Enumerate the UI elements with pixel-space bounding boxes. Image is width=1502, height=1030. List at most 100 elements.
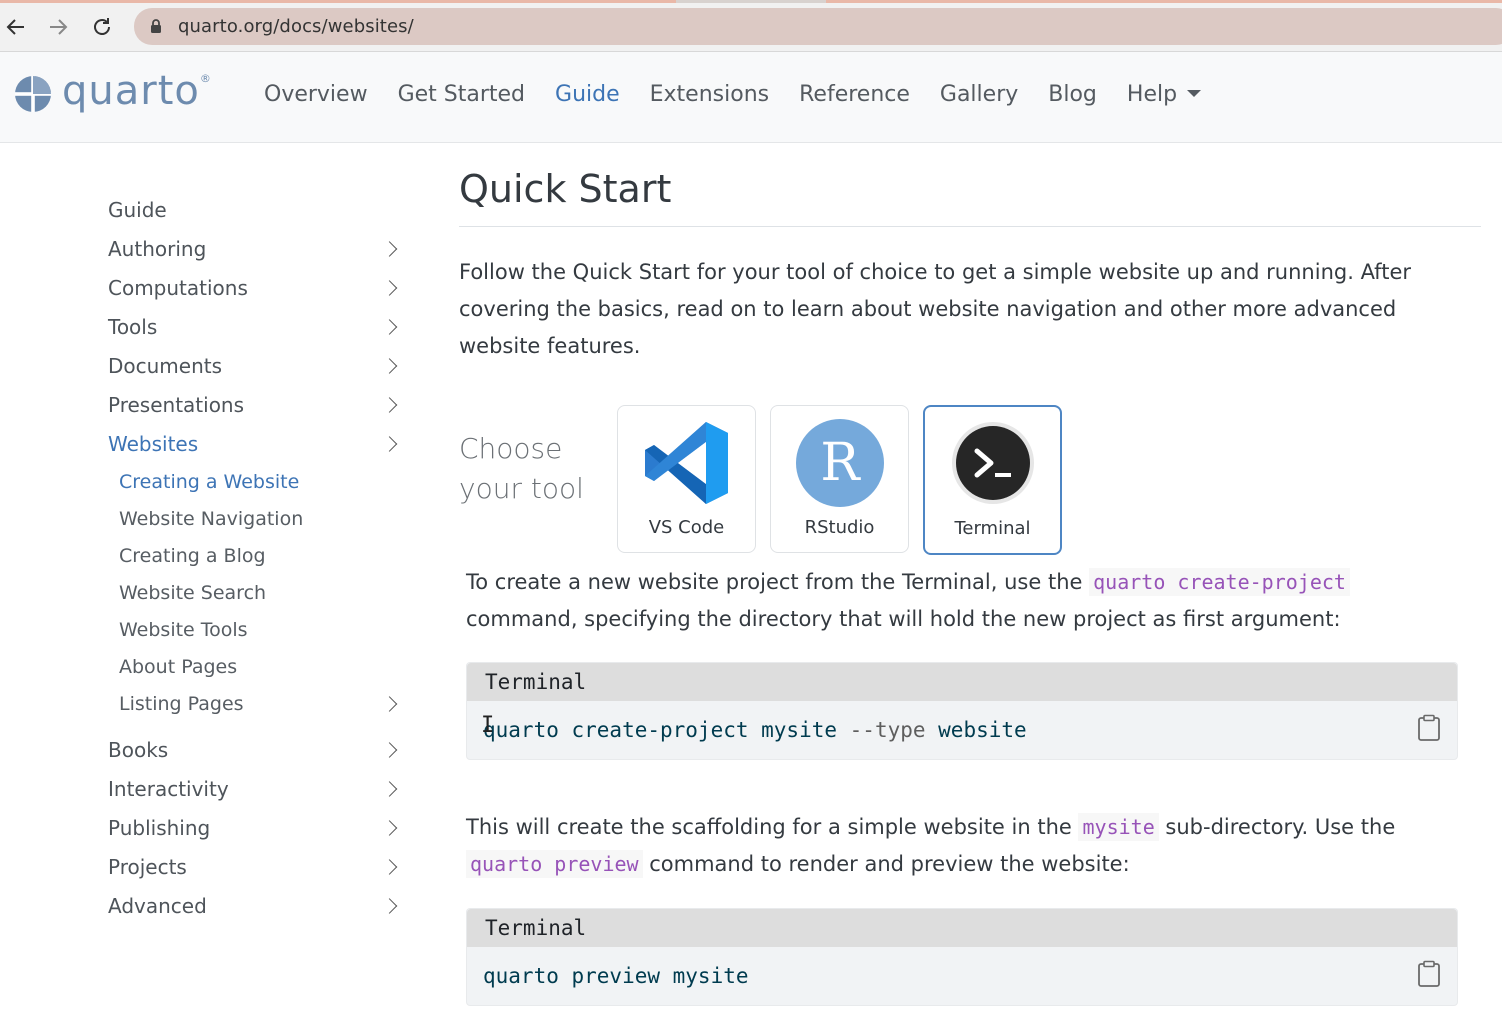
svg-text:R: R	[820, 433, 861, 493]
clipboard-icon[interactable]	[1417, 714, 1441, 742]
para-text: To create a new website project from the…	[466, 570, 1090, 594]
choose-tool-label: Choose your tool	[459, 429, 584, 509]
tool-card-label: VS Code	[648, 517, 725, 538]
forward-button[interactable]	[44, 13, 72, 41]
sidebar-subitem-website-search[interactable]: Website Search	[108, 574, 403, 611]
code-command: quarto create-project mysite	[483, 718, 850, 742]
chevron-right-icon[interactable]	[381, 741, 398, 758]
chevron-right-icon[interactable]	[381, 897, 398, 914]
sidebar-item-label: Presentations	[108, 392, 245, 417]
scaffolding-paragraph: This will create the scaffolding for a s…	[466, 809, 1466, 883]
chevron-right-icon[interactable]	[381, 435, 398, 452]
inline-code: mysite	[1078, 813, 1159, 841]
lock-icon	[151, 19, 161, 33]
reload-button[interactable]	[88, 13, 116, 41]
sidebar-item-guide[interactable]: Guide	[108, 190, 403, 229]
sidebar-subitem-label: Website Tools	[119, 618, 248, 641]
tool-card-rstudio[interactable]: R RStudio	[770, 405, 909, 553]
tool-card-vscode[interactable]: VS Code	[617, 405, 756, 553]
rstudio-icon: R	[795, 419, 884, 507]
sidebar-subitem-listing-pages[interactable]: Listing Pages	[108, 685, 403, 722]
quarto-logo[interactable]: quarto ®	[14, 71, 211, 114]
sidebar-item-presentations[interactable]: Presentations	[108, 385, 403, 424]
title-divider	[459, 226, 1481, 227]
code-block-header: Terminal	[467, 663, 1457, 701]
sidebar-item-label: Books	[108, 737, 169, 762]
sidebar-subitem-creating-a-website[interactable]: Creating a Website	[108, 463, 403, 500]
chevron-right-icon[interactable]	[381, 858, 398, 875]
sidebar-subitem-label: Creating a Website	[119, 470, 300, 493]
sidebar-item-projects[interactable]: Projects	[108, 847, 403, 886]
text-cursor-icon: I	[481, 713, 495, 738]
chevron-right-icon[interactable]	[381, 279, 398, 296]
nav-get-started[interactable]: Get Started	[398, 82, 525, 107]
sidebar-item-computations[interactable]: Computations	[108, 268, 403, 307]
sidebar-subitem-website-tools[interactable]: Website Tools	[108, 611, 403, 648]
sidebar-subitem-creating-a-blog[interactable]: Creating a Blog	[108, 537, 403, 574]
chevron-right-icon[interactable]	[381, 240, 398, 257]
sidebar-subitem-about-pages[interactable]: About Pages	[108, 648, 403, 685]
chevron-right-icon[interactable]	[381, 318, 398, 335]
code-block-body[interactable]: quarto preview mysite	[467, 947, 1457, 1005]
back-button[interactable]	[2, 13, 30, 41]
code-command: quarto preview mysite	[483, 964, 749, 988]
page-title: Quick Start	[459, 167, 672, 211]
sidebar-item-label: Projects	[108, 854, 187, 879]
para-text: This will create the scaffolding for a s…	[466, 815, 1079, 839]
sidebar-item-advanced[interactable]: Advanced	[108, 886, 403, 925]
para-text: sub-directory. Use the	[1158, 815, 1396, 839]
nav-overview[interactable]: Overview	[264, 82, 368, 107]
code-block-create-project: Terminal I quarto create-project mysite …	[466, 662, 1458, 760]
sidebar-subitem-label: Website Search	[119, 581, 267, 604]
sidebar-item-authoring[interactable]: Authoring	[108, 229, 403, 268]
nav-help[interactable]: Help	[1127, 82, 1202, 107]
main-content: Quick Start Follow the Quick Start for y…	[459, 160, 1481, 565]
caret-down-icon	[1187, 89, 1202, 97]
tool-chooser: Choose your tool VS Code R RStudio Termi…	[459, 405, 1481, 565]
site-navbar: quarto ® Overview Get Started Guide Exte…	[0, 52, 1502, 143]
sidebar-item-label: Authoring	[108, 236, 207, 261]
code-block-preview: Terminal quarto preview mysite	[466, 908, 1458, 1006]
nav-gallery[interactable]: Gallery	[940, 82, 1018, 107]
sidebar-item-books[interactable]: Books	[108, 730, 403, 769]
chevron-right-icon[interactable]	[381, 357, 398, 374]
intro-paragraph: Follow the Quick Start for your tool of …	[459, 260, 1411, 358]
chevron-right-icon[interactable]	[381, 695, 398, 712]
vscode-icon	[644, 422, 728, 504]
sidebar-item-tools[interactable]: Tools	[108, 307, 403, 346]
nav-extensions[interactable]: Extensions	[650, 82, 769, 107]
inline-code: quarto create-project	[1089, 568, 1350, 596]
sidebar-subitem-website-navigation[interactable]: Website Navigation	[108, 500, 403, 537]
choose-line-2: your tool	[459, 472, 584, 505]
sidebar-item-interactivity[interactable]: Interactivity	[108, 769, 403, 808]
browser-toolbar: quarto.org/docs/websites/	[0, 3, 1502, 52]
chevron-right-icon[interactable]	[381, 819, 398, 836]
sidebar-subitem-label: Website Navigation	[119, 507, 304, 530]
sidebar-item-publishing[interactable]: Publishing	[108, 808, 403, 847]
sidebar-item-label: Advanced	[108, 893, 207, 918]
sidebar-item-label: Documents	[108, 353, 223, 378]
sidebar-item-label: Guide	[108, 197, 167, 222]
chevron-right-icon[interactable]	[381, 780, 398, 797]
tool-card-terminal[interactable]: Terminal	[923, 405, 1062, 555]
code-block-header: Terminal	[467, 909, 1457, 947]
sidebar-item-documents[interactable]: Documents	[108, 346, 403, 385]
arrow-right-icon	[50, 19, 68, 35]
nav-blog[interactable]: Blog	[1048, 82, 1097, 107]
code-block-body[interactable]: I quarto create-project mysite --type we…	[467, 701, 1457, 759]
chevron-right-icon[interactable]	[381, 396, 398, 413]
nav-reference[interactable]: Reference	[799, 82, 910, 107]
arrow-left-icon	[6, 19, 24, 35]
clipboard-icon[interactable]	[1417, 960, 1441, 988]
code-flag: --type	[849, 718, 926, 742]
create-project-paragraph: To create a new website project from the…	[466, 564, 1466, 638]
sidebar-item-label: Publishing	[108, 815, 211, 840]
sidebar-item-websites[interactable]: Websites	[108, 424, 403, 463]
address-bar[interactable]: quarto.org/docs/websites/	[134, 8, 1502, 45]
terminal-icon	[951, 422, 1034, 504]
tool-card-label: RStudio	[804, 517, 875, 538]
sidebar-item-label: Interactivity	[108, 776, 229, 801]
sidebar-item-label: Computations	[108, 275, 248, 300]
nav-guide[interactable]: Guide	[555, 82, 620, 107]
sidebar-subitem-label: Listing Pages	[119, 692, 244, 715]
